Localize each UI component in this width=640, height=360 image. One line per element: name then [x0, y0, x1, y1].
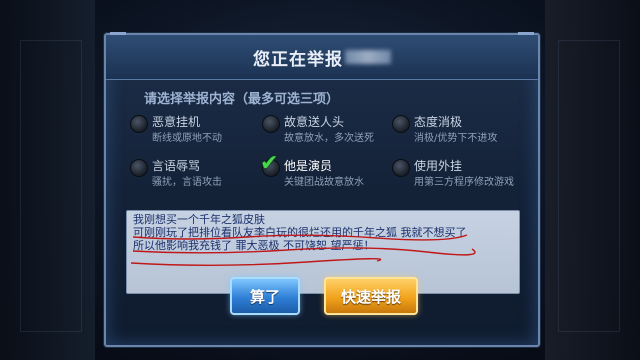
option-title: 言语辱骂 — [152, 159, 201, 173]
radio-button[interactable] — [392, 159, 410, 177]
option-abuse[interactable]: 言语辱骂 骚扰，言语攻击 — [130, 155, 260, 195]
dialog-title: 您正在举报 — [253, 49, 343, 70]
report-dialog: 您正在举报 请选择举报内容（最多可选三项） 恶意挂机 断线或原地不动 故意送人头… — [104, 32, 540, 347]
option-title: 恶意挂机 — [152, 115, 201, 129]
option-cheat[interactable]: 使用外挂 用第三方程序修改游戏 — [392, 155, 522, 195]
option-feeding[interactable]: 故意送人头 故意放水，多次送死 — [262, 111, 392, 151]
option-title: 他是演员 — [284, 159, 333, 173]
radio-button[interactable] — [262, 115, 280, 133]
report-text-box[interactable]: 我刚想买一个千年之狐皮肤 可刚刚玩了把排位看队友李白玩的很烂还用的千年之狐 我就… — [126, 210, 520, 294]
radio-button[interactable] — [130, 115, 148, 133]
option-desc: 消极/优势下不进攻 — [414, 133, 498, 144]
option-title: 故意送人头 — [284, 115, 345, 129]
background-decoration — [20, 40, 82, 332]
option-desc: 断线或原地不动 — [152, 133, 222, 144]
section-title: 请选择举报内容（最多可选三项） — [144, 92, 340, 107]
option-desc: 故意放水，多次送死 — [284, 133, 374, 144]
cancel-button[interactable]: 算了 — [230, 277, 300, 315]
background-decoration — [558, 40, 620, 332]
option-negative[interactable]: 态度消极 消极/优势下不进攻 — [392, 111, 522, 151]
dialog-title-bar: 您正在举报 — [106, 35, 538, 80]
redacted-player-name — [345, 50, 391, 64]
radio-button[interactable] — [392, 115, 410, 133]
option-desc: 关键团战故意放水 — [284, 177, 364, 188]
radio-button[interactable] — [130, 159, 148, 177]
option-desc: 用第三方程序修改游戏 — [414, 177, 514, 188]
handwritten-underline — [130, 234, 476, 266]
quick-report-button[interactable]: 快速举报 — [324, 277, 418, 315]
option-actor[interactable]: ✔ 他是演员 关键团战故意放水 — [260, 151, 392, 195]
checkmark-icon: ✔ — [260, 151, 279, 176]
option-title: 使用外挂 — [414, 159, 463, 173]
option-afk[interactable]: 恶意挂机 断线或原地不动 — [130, 111, 260, 151]
option-desc: 骚扰，言语攻击 — [152, 177, 222, 188]
option-title: 态度消极 — [414, 115, 463, 129]
